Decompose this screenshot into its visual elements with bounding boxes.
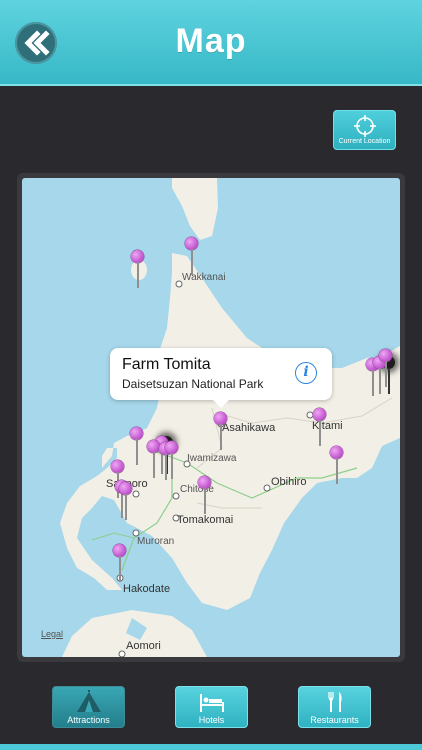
map-pin[interactable] (379, 349, 393, 389)
map-pin[interactable] (119, 482, 133, 522)
callout-subtitle: Daisetsuzan National Park (122, 377, 264, 391)
city-label: Iwamizawa (187, 453, 237, 464)
city-label: Muroran (137, 536, 175, 547)
tab-hotels[interactable]: Hotels (175, 686, 248, 728)
info-icon[interactable]: i (295, 362, 317, 384)
map-pin[interactable] (185, 237, 199, 277)
callout-title: Farm Tomita (122, 356, 211, 373)
tab-label: Restaurants (310, 715, 359, 725)
map-view[interactable]: Wakkanai Asahikawa Kitami Iwamizawa Sapp… (22, 178, 400, 657)
tab-label: Hotels (198, 715, 225, 725)
page-title: Map (175, 22, 247, 60)
map-pin[interactable] (198, 476, 212, 516)
map-pin[interactable] (131, 250, 145, 290)
crosshair-icon (354, 115, 376, 137)
map-pin[interactable] (130, 427, 144, 467)
map-pin[interactable] (214, 412, 228, 452)
bed-icon (200, 694, 224, 712)
header-bar: Map (0, 0, 422, 86)
map-pin[interactable] (330, 446, 344, 486)
map-pin[interactable] (113, 544, 127, 584)
current-location-button[interactable]: Current Location (333, 110, 396, 150)
city-label: Asahikawa (222, 422, 276, 434)
current-location-label: Current Location (338, 138, 391, 145)
tent-icon (77, 690, 101, 712)
map-pin[interactable] (313, 408, 327, 448)
city-label: Aomori (126, 640, 161, 652)
legal-link[interactable]: Legal (41, 629, 63, 639)
tab-label: Attractions (67, 715, 110, 725)
city-label: Hakodate (123, 583, 171, 595)
map-pin[interactable] (165, 441, 179, 481)
city-label: Obihiro (271, 476, 307, 488)
map-land (60, 178, 400, 657)
tab-restaurants[interactable]: Restaurants (298, 686, 371, 728)
fork-knife-icon (328, 692, 342, 712)
bottom-strip (0, 744, 422, 750)
map-callout[interactable]: Farm Tomita Daisetsuzan National Park i (110, 348, 332, 408)
tab-attractions[interactable]: Attractions (52, 686, 125, 728)
